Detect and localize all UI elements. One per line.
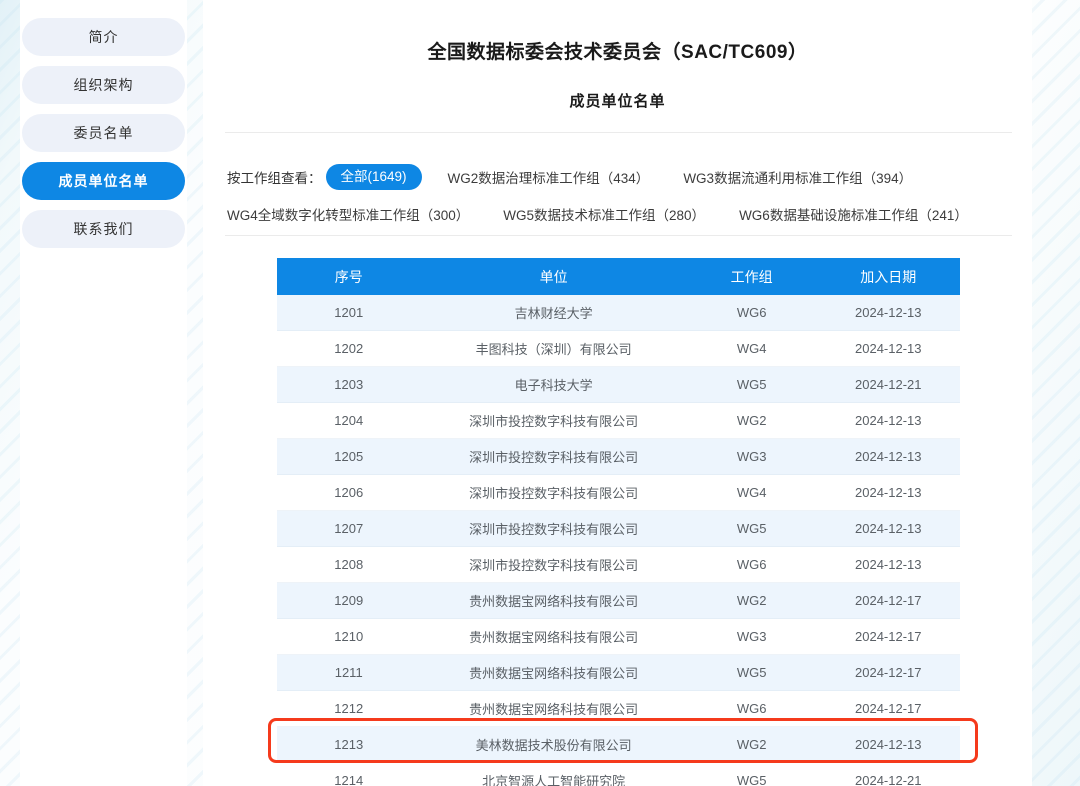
cell-join-date: 2024-12-13 <box>817 413 960 428</box>
table-row: 1212 贵州数据宝网络科技有限公司 WG6 2024-12-17 <box>277 691 960 727</box>
cell-unit: 深圳市投控数字科技有限公司 <box>420 519 686 538</box>
cell-index: 1214 <box>277 773 420 786</box>
cell-unit: 丰图科技（深圳）有限公司 <box>420 339 686 358</box>
col-header-index: 序号 <box>277 267 420 287</box>
cell-join-date: 2024-12-13 <box>817 341 960 356</box>
cell-workgroup: WG2 <box>687 593 817 608</box>
table-row: 1201 吉林财经大学 WG6 2024-12-13 <box>277 295 960 331</box>
cell-workgroup: WG6 <box>687 701 817 716</box>
cell-unit: 深圳市投控数字科技有限公司 <box>420 411 686 430</box>
cell-join-date: 2024-12-17 <box>817 629 960 644</box>
table-row: 1206 深圳市投控数字科技有限公司 WG4 2024-12-13 <box>277 475 960 511</box>
cell-workgroup: WG5 <box>687 377 817 392</box>
cell-unit: 深圳市投控数字科技有限公司 <box>420 447 686 466</box>
cell-join-date: 2024-12-17 <box>817 593 960 608</box>
sidebar-item-member-units[interactable]: 成员单位名单 <box>22 162 185 200</box>
cell-index: 1210 <box>277 629 420 644</box>
cell-unit: 贵州数据宝网络科技有限公司 <box>420 663 686 682</box>
cell-index: 1208 <box>277 557 420 572</box>
cell-index: 1205 <box>277 449 420 464</box>
cell-index: 1209 <box>277 593 420 608</box>
table-row: 1210 贵州数据宝网络科技有限公司 WG3 2024-12-17 <box>277 619 960 655</box>
member-units-table: 序号 单位 工作组 加入日期 1201 吉林财经大学 WG6 2024-12-1… <box>277 258 960 786</box>
filter-all[interactable]: 全部(1649) <box>326 164 422 190</box>
cell-index: 1212 <box>277 701 420 716</box>
page-title: 全国数据标委会技术委员会（SAC/TC609） <box>203 37 1032 64</box>
cell-join-date: 2024-12-17 <box>817 701 960 716</box>
cell-join-date: 2024-12-21 <box>817 773 960 786</box>
cell-unit: 美林数据技术股份有限公司 <box>420 735 686 754</box>
col-header-unit: 单位 <box>420 267 686 287</box>
cell-unit: 贵州数据宝网络科技有限公司 <box>420 591 686 610</box>
cell-join-date: 2024-12-17 <box>817 665 960 680</box>
col-header-workgroup: 工作组 <box>687 267 817 287</box>
cell-workgroup: WG3 <box>687 629 817 644</box>
table-row: 1205 深圳市投控数字科技有限公司 WG3 2024-12-13 <box>277 439 960 475</box>
table-row: 1208 深圳市投控数字科技有限公司 WG6 2024-12-13 <box>277 547 960 583</box>
sidebar-item-org-structure[interactable]: 组织架构 <box>22 66 185 104</box>
cell-workgroup: WG5 <box>687 521 817 536</box>
table-header-row: 序号 单位 工作组 加入日期 <box>277 258 960 295</box>
cell-join-date: 2024-12-13 <box>817 449 960 464</box>
cell-unit: 深圳市投控数字科技有限公司 <box>420 555 686 574</box>
cell-unit: 北京智源人工智能研究院 <box>420 771 686 786</box>
cell-index: 1203 <box>277 377 420 392</box>
filter-wg5[interactable]: WG5数据技术标准工作组（280） <box>503 204 705 224</box>
cell-join-date: 2024-12-21 <box>817 377 960 392</box>
cell-join-date: 2024-12-13 <box>817 485 960 500</box>
table-row: 1209 贵州数据宝网络科技有限公司 WG2 2024-12-17 <box>277 583 960 619</box>
table-row: 1211 贵州数据宝网络科技有限公司 WG5 2024-12-17 <box>277 655 960 691</box>
cell-index: 1206 <box>277 485 420 500</box>
sidebar: 简介 组织架构 委员名单 成员单位名单 联系我们 <box>20 0 187 786</box>
filter-wg4[interactable]: WG4全域数字化转型标准工作组（300） <box>227 204 469 224</box>
cell-workgroup: WG2 <box>687 737 817 752</box>
cell-workgroup: WG6 <box>687 557 817 572</box>
cell-unit: 贵州数据宝网络科技有限公司 <box>420 699 686 718</box>
cell-join-date: 2024-12-13 <box>817 737 960 752</box>
cell-index: 1213 <box>277 737 420 752</box>
table-row: 1202 丰图科技（深圳）有限公司 WG4 2024-12-13 <box>277 331 960 367</box>
cell-workgroup: WG6 <box>687 305 817 320</box>
cell-workgroup: WG3 <box>687 449 817 464</box>
table-row: 1214 北京智源人工智能研究院 WG5 2024-12-21 <box>277 763 960 786</box>
cell-join-date: 2024-12-13 <box>817 305 960 320</box>
cell-index: 1211 <box>277 665 420 680</box>
cell-index: 1202 <box>277 341 420 356</box>
filter-label: 按工作组查看： <box>227 167 322 187</box>
cell-workgroup: WG5 <box>687 773 817 786</box>
cell-unit: 深圳市投控数字科技有限公司 <box>420 483 686 502</box>
sidebar-item-contact-us[interactable]: 联系我们 <box>22 210 185 248</box>
divider-filters <box>225 235 1012 236</box>
workgroup-filters: 按工作组查看： 全部(1649) WG2数据治理标准工作组（434） WG3数据… <box>227 163 1022 228</box>
cell-index: 1204 <box>277 413 420 428</box>
cell-unit: 贵州数据宝网络科技有限公司 <box>420 627 686 646</box>
cell-workgroup: WG4 <box>687 341 817 356</box>
sidebar-item-member-list[interactable]: 委员名单 <box>22 114 185 152</box>
table-row: 1204 深圳市投控数字科技有限公司 WG2 2024-12-13 <box>277 403 960 439</box>
sidebar-item-intro[interactable]: 简介 <box>22 18 185 56</box>
table-row: 1203 电子科技大学 WG5 2024-12-21 <box>277 367 960 403</box>
cell-index: 1201 <box>277 305 420 320</box>
table-row-highlighted: 1213 美林数据技术股份有限公司 WG2 2024-12-13 <box>277 727 960 763</box>
cell-workgroup: WG4 <box>687 485 817 500</box>
cell-unit: 电子科技大学 <box>420 375 686 394</box>
cell-index: 1207 <box>277 521 420 536</box>
main-content: 全国数据标委会技术委员会（SAC/TC609） 成员单位名单 按工作组查看： 全… <box>203 0 1032 786</box>
divider-top <box>225 132 1012 133</box>
filter-wg3[interactable]: WG3数据流通利用标准工作组（394） <box>683 167 912 187</box>
table-row: 1207 深圳市投控数字科技有限公司 WG5 2024-12-13 <box>277 511 960 547</box>
col-header-join-date: 加入日期 <box>817 267 960 287</box>
cell-join-date: 2024-12-13 <box>817 557 960 572</box>
cell-join-date: 2024-12-13 <box>817 521 960 536</box>
filter-wg6[interactable]: WG6数据基础设施标准工作组（241） <box>739 204 968 224</box>
cell-unit: 吉林财经大学 <box>420 303 686 322</box>
cell-workgroup: WG5 <box>687 665 817 680</box>
filter-wg2[interactable]: WG2数据治理标准工作组（434） <box>448 167 650 187</box>
page-subtitle: 成员单位名单 <box>203 90 1032 111</box>
cell-workgroup: WG2 <box>687 413 817 428</box>
